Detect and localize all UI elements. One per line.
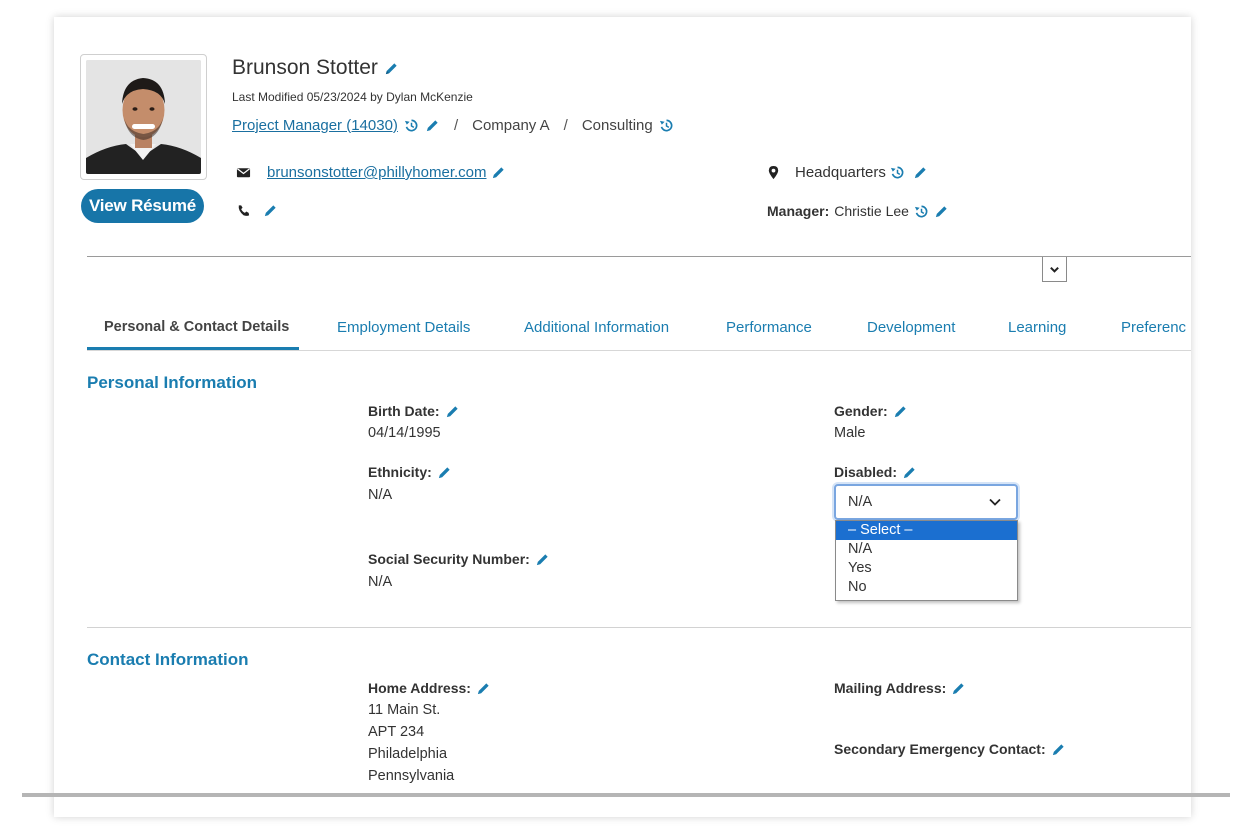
ethnicity-value: N/A bbox=[368, 487, 393, 503]
dropdown-option-na[interactable]: N/A bbox=[836, 540, 1017, 559]
tab-additional-information[interactable]: Additional Information bbox=[524, 319, 669, 336]
edit-email-pencil-icon[interactable] bbox=[491, 165, 506, 180]
edit-phone-pencil-icon[interactable] bbox=[263, 203, 278, 218]
disabled-label: Disabled: bbox=[834, 464, 917, 480]
edit-disabled-pencil-icon[interactable] bbox=[902, 465, 917, 480]
secondary-contact-label-text: Secondary Emergency Contact: bbox=[834, 741, 1046, 757]
ethnicity-label-text: Ethnicity: bbox=[368, 464, 432, 480]
employee-name-row: Brunson Stotter bbox=[232, 56, 399, 80]
profile-photo bbox=[86, 60, 201, 174]
home-address-value: 11 Main St. APT 234 Philadelphia Pennsyl… bbox=[368, 699, 454, 787]
dropdown-option-no[interactable]: No bbox=[836, 578, 1017, 597]
address-line: Philadelphia bbox=[368, 746, 448, 762]
edit-name-pencil-icon[interactable] bbox=[384, 61, 399, 76]
breadcrumb-separator: / bbox=[453, 117, 459, 134]
contact-information-heading: Contact Information bbox=[87, 650, 249, 669]
tab-employment[interactable]: Employment Details bbox=[337, 319, 470, 336]
edit-gender-pencil-icon[interactable] bbox=[893, 404, 908, 419]
envelope-icon bbox=[236, 165, 251, 180]
disabled-dropdown-list: – Select – N/A Yes No bbox=[835, 520, 1018, 601]
edit-location-pencil-icon[interactable] bbox=[913, 165, 928, 180]
job-breadcrumb: Project Manager (14030) / Company A / Co… bbox=[232, 117, 674, 134]
tab-development[interactable]: Development bbox=[867, 319, 955, 336]
profile-tabs: Personal & Contact Details Employment De… bbox=[87, 307, 1191, 351]
history-icon[interactable] bbox=[404, 118, 419, 133]
department-name: Consulting bbox=[581, 117, 653, 134]
tab-personal-contact[interactable]: Personal & Contact Details bbox=[104, 319, 289, 335]
job-title-link[interactable]: Project Manager (14030) bbox=[232, 117, 398, 134]
address-line: 11 Main St. bbox=[368, 702, 441, 718]
manager-row: Manager: Christie Lee bbox=[767, 203, 949, 219]
phone-row bbox=[236, 203, 278, 218]
edit-job-pencil-icon[interactable] bbox=[425, 118, 440, 133]
header-divider bbox=[87, 256, 1191, 257]
home-address-label-text: Home Address: bbox=[368, 680, 471, 696]
secondary-emergency-contact-label: Secondary Emergency Contact: bbox=[834, 741, 1066, 757]
collapse-header-button[interactable] bbox=[1042, 257, 1067, 282]
address-line: Pennsylvania bbox=[368, 768, 455, 784]
birth-date-value: 04/14/1995 bbox=[368, 425, 441, 441]
location-name: Headquarters bbox=[795, 164, 886, 181]
manager-name: Christie Lee bbox=[834, 203, 909, 219]
chevron-down-icon bbox=[1049, 264, 1060, 275]
home-address-label: Home Address: bbox=[368, 680, 491, 696]
profile-photo-frame bbox=[80, 54, 207, 180]
personal-information-heading: Personal Information bbox=[87, 373, 258, 392]
company-name: Company A bbox=[472, 117, 550, 134]
edit-ethnicity-pencil-icon[interactable] bbox=[437, 465, 452, 480]
gender-label-text: Gender: bbox=[834, 403, 888, 419]
birth-date-label-text: Birth Date: bbox=[368, 403, 440, 419]
map-marker-icon bbox=[766, 165, 781, 180]
last-modified-text: Last Modified 05/23/2024 by Dylan McKenz… bbox=[232, 90, 473, 104]
disabled-label-text: Disabled: bbox=[834, 464, 898, 480]
ssn-label-text: Social Security Number: bbox=[368, 551, 530, 567]
history-icon[interactable] bbox=[890, 165, 905, 180]
dropdown-option-select[interactable]: – Select – bbox=[836, 521, 1017, 540]
edit-ssn-pencil-icon[interactable] bbox=[535, 552, 550, 567]
profile-card: View Résumé Brunson Stotter Last Modifie… bbox=[54, 17, 1191, 817]
mailing-address-label-text: Mailing Address: bbox=[834, 680, 947, 696]
employee-name: Brunson Stotter bbox=[232, 56, 378, 79]
active-tab-indicator bbox=[87, 347, 299, 350]
manager-label: Manager: bbox=[767, 203, 830, 219]
history-icon[interactable] bbox=[659, 118, 674, 133]
edit-manager-pencil-icon[interactable] bbox=[934, 204, 949, 219]
edit-home-address-pencil-icon[interactable] bbox=[476, 681, 491, 696]
disabled-select[interactable]: N/A bbox=[834, 484, 1018, 520]
edit-secondary-contact-pencil-icon[interactable] bbox=[1051, 742, 1066, 757]
tab-learning[interactable]: Learning bbox=[1008, 319, 1066, 336]
phone-icon bbox=[236, 203, 251, 218]
email-link[interactable]: brunsonstotter@phillyhomer.com bbox=[267, 164, 487, 181]
section-divider bbox=[87, 627, 1191, 628]
breadcrumb-separator: / bbox=[563, 117, 568, 134]
email-row: brunsonstotter@phillyhomer.com bbox=[236, 164, 506, 181]
gender-label: Gender: bbox=[834, 403, 908, 419]
address-line: APT 234 bbox=[368, 724, 425, 740]
edit-birth-date-pencil-icon[interactable] bbox=[445, 404, 460, 419]
tab-preferences[interactable]: Preferenc bbox=[1121, 319, 1186, 336]
ssn-label: Social Security Number: bbox=[368, 551, 550, 567]
page-bottom-rule bbox=[22, 793, 1230, 797]
location-row: Headquarters bbox=[766, 164, 928, 181]
view-resume-button[interactable]: View Résumé bbox=[81, 189, 204, 223]
dropdown-option-yes[interactable]: Yes bbox=[836, 559, 1017, 578]
tab-performance[interactable]: Performance bbox=[726, 319, 812, 336]
birth-date-label: Birth Date: bbox=[368, 403, 460, 419]
mailing-address-label: Mailing Address: bbox=[834, 680, 966, 696]
gender-value: Male bbox=[834, 425, 866, 441]
disabled-select-value: N/A bbox=[848, 494, 873, 510]
edit-mailing-address-pencil-icon[interactable] bbox=[951, 681, 966, 696]
chevron-down-icon bbox=[988, 495, 1002, 509]
ethnicity-label: Ethnicity: bbox=[368, 464, 452, 480]
history-icon[interactable] bbox=[914, 204, 929, 219]
ssn-value: N/A bbox=[368, 574, 393, 590]
